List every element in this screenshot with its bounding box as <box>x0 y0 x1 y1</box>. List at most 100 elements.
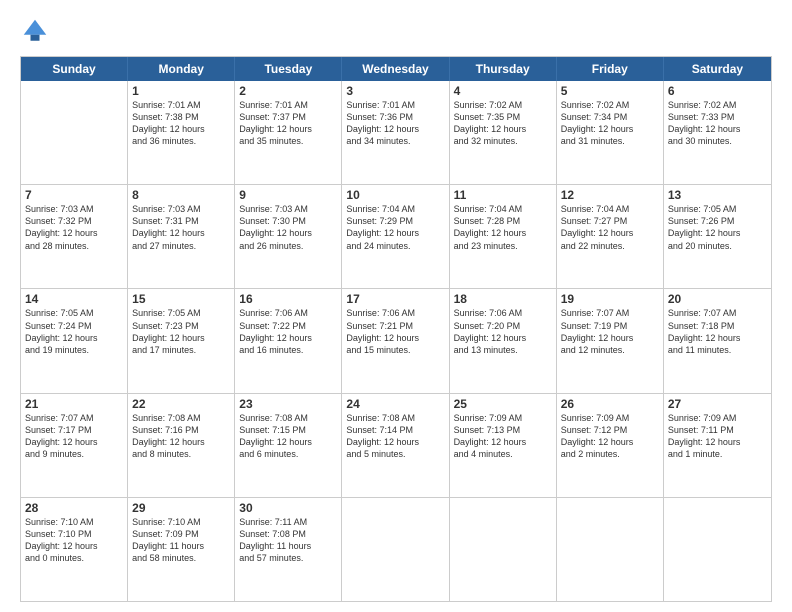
calendar-cell-28: 28Sunrise: 7:10 AM Sunset: 7:10 PM Dayli… <box>21 498 128 601</box>
day-info: Sunrise: 7:01 AM Sunset: 7:38 PM Dayligh… <box>132 99 230 148</box>
calendar-cell-24: 24Sunrise: 7:08 AM Sunset: 7:14 PM Dayli… <box>342 394 449 497</box>
day-info: Sunrise: 7:04 AM Sunset: 7:27 PM Dayligh… <box>561 203 659 252</box>
day-number: 29 <box>132 501 230 515</box>
day-info: Sunrise: 7:07 AM Sunset: 7:19 PM Dayligh… <box>561 307 659 356</box>
day-info: Sunrise: 7:03 AM Sunset: 7:30 PM Dayligh… <box>239 203 337 252</box>
day-number: 23 <box>239 397 337 411</box>
calendar-cell-empty <box>557 498 664 601</box>
logo <box>20 16 54 46</box>
calendar-cell-18: 18Sunrise: 7:06 AM Sunset: 7:20 PM Dayli… <box>450 289 557 392</box>
calendar-cell-19: 19Sunrise: 7:07 AM Sunset: 7:19 PM Dayli… <box>557 289 664 392</box>
calendar-row-3: 21Sunrise: 7:07 AM Sunset: 7:17 PM Dayli… <box>21 393 771 497</box>
calendar-cell-empty <box>664 498 771 601</box>
calendar-cell-2: 2Sunrise: 7:01 AM Sunset: 7:37 PM Daylig… <box>235 81 342 184</box>
day-number: 25 <box>454 397 552 411</box>
day-info: Sunrise: 7:06 AM Sunset: 7:20 PM Dayligh… <box>454 307 552 356</box>
day-number: 8 <box>132 188 230 202</box>
calendar-cell-21: 21Sunrise: 7:07 AM Sunset: 7:17 PM Dayli… <box>21 394 128 497</box>
header-day-monday: Monday <box>128 57 235 81</box>
header-day-friday: Friday <box>557 57 664 81</box>
day-number: 16 <box>239 292 337 306</box>
day-info: Sunrise: 7:07 AM Sunset: 7:17 PM Dayligh… <box>25 412 123 461</box>
day-info: Sunrise: 7:08 AM Sunset: 7:16 PM Dayligh… <box>132 412 230 461</box>
day-number: 19 <box>561 292 659 306</box>
calendar-cell-10: 10Sunrise: 7:04 AM Sunset: 7:29 PM Dayli… <box>342 185 449 288</box>
calendar-cell-29: 29Sunrise: 7:10 AM Sunset: 7:09 PM Dayli… <box>128 498 235 601</box>
calendar-cell-11: 11Sunrise: 7:04 AM Sunset: 7:28 PM Dayli… <box>450 185 557 288</box>
day-info: Sunrise: 7:06 AM Sunset: 7:21 PM Dayligh… <box>346 307 444 356</box>
day-info: Sunrise: 7:10 AM Sunset: 7:09 PM Dayligh… <box>132 516 230 565</box>
day-number: 26 <box>561 397 659 411</box>
day-number: 21 <box>25 397 123 411</box>
day-number: 22 <box>132 397 230 411</box>
day-number: 18 <box>454 292 552 306</box>
day-info: Sunrise: 7:09 AM Sunset: 7:12 PM Dayligh… <box>561 412 659 461</box>
calendar-cell-17: 17Sunrise: 7:06 AM Sunset: 7:21 PM Dayli… <box>342 289 449 392</box>
day-info: Sunrise: 7:03 AM Sunset: 7:31 PM Dayligh… <box>132 203 230 252</box>
header-day-saturday: Saturday <box>664 57 771 81</box>
day-number: 17 <box>346 292 444 306</box>
calendar-row-4: 28Sunrise: 7:10 AM Sunset: 7:10 PM Dayli… <box>21 497 771 601</box>
day-info: Sunrise: 7:05 AM Sunset: 7:24 PM Dayligh… <box>25 307 123 356</box>
day-number: 27 <box>668 397 767 411</box>
calendar-cell-9: 9Sunrise: 7:03 AM Sunset: 7:30 PM Daylig… <box>235 185 342 288</box>
calendar-body: 1Sunrise: 7:01 AM Sunset: 7:38 PM Daylig… <box>21 81 771 601</box>
calendar-cell-1: 1Sunrise: 7:01 AM Sunset: 7:38 PM Daylig… <box>128 81 235 184</box>
header <box>20 16 772 46</box>
calendar-row-1: 7Sunrise: 7:03 AM Sunset: 7:32 PM Daylig… <box>21 184 771 288</box>
day-info: Sunrise: 7:04 AM Sunset: 7:28 PM Dayligh… <box>454 203 552 252</box>
day-info: Sunrise: 7:11 AM Sunset: 7:08 PM Dayligh… <box>239 516 337 565</box>
calendar-cell-4: 4Sunrise: 7:02 AM Sunset: 7:35 PM Daylig… <box>450 81 557 184</box>
day-info: Sunrise: 7:03 AM Sunset: 7:32 PM Dayligh… <box>25 203 123 252</box>
header-day-tuesday: Tuesday <box>235 57 342 81</box>
day-number: 4 <box>454 84 552 98</box>
day-number: 3 <box>346 84 444 98</box>
day-number: 15 <box>132 292 230 306</box>
day-info: Sunrise: 7:04 AM Sunset: 7:29 PM Dayligh… <box>346 203 444 252</box>
calendar-row-0: 1Sunrise: 7:01 AM Sunset: 7:38 PM Daylig… <box>21 81 771 184</box>
day-number: 5 <box>561 84 659 98</box>
day-info: Sunrise: 7:08 AM Sunset: 7:15 PM Dayligh… <box>239 412 337 461</box>
calendar: SundayMondayTuesdayWednesdayThursdayFrid… <box>20 56 772 602</box>
day-number: 24 <box>346 397 444 411</box>
calendar-cell-16: 16Sunrise: 7:06 AM Sunset: 7:22 PM Dayli… <box>235 289 342 392</box>
calendar-cell-25: 25Sunrise: 7:09 AM Sunset: 7:13 PM Dayli… <box>450 394 557 497</box>
day-info: Sunrise: 7:09 AM Sunset: 7:11 PM Dayligh… <box>668 412 767 461</box>
header-day-sunday: Sunday <box>21 57 128 81</box>
day-number: 20 <box>668 292 767 306</box>
calendar-cell-7: 7Sunrise: 7:03 AM Sunset: 7:32 PM Daylig… <box>21 185 128 288</box>
day-number: 6 <box>668 84 767 98</box>
day-info: Sunrise: 7:08 AM Sunset: 7:14 PM Dayligh… <box>346 412 444 461</box>
day-info: Sunrise: 7:05 AM Sunset: 7:26 PM Dayligh… <box>668 203 767 252</box>
calendar-cell-8: 8Sunrise: 7:03 AM Sunset: 7:31 PM Daylig… <box>128 185 235 288</box>
day-number: 14 <box>25 292 123 306</box>
page: SundayMondayTuesdayWednesdayThursdayFrid… <box>0 0 792 612</box>
day-number: 28 <box>25 501 123 515</box>
day-info: Sunrise: 7:02 AM Sunset: 7:34 PM Dayligh… <box>561 99 659 148</box>
calendar-cell-13: 13Sunrise: 7:05 AM Sunset: 7:26 PM Dayli… <box>664 185 771 288</box>
day-info: Sunrise: 7:09 AM Sunset: 7:13 PM Dayligh… <box>454 412 552 461</box>
calendar-row-2: 14Sunrise: 7:05 AM Sunset: 7:24 PM Dayli… <box>21 288 771 392</box>
calendar-cell-15: 15Sunrise: 7:05 AM Sunset: 7:23 PM Dayli… <box>128 289 235 392</box>
calendar-cell-30: 30Sunrise: 7:11 AM Sunset: 7:08 PM Dayli… <box>235 498 342 601</box>
day-number: 12 <box>561 188 659 202</box>
day-number: 30 <box>239 501 337 515</box>
day-number: 9 <box>239 188 337 202</box>
logo-icon <box>20 16 50 46</box>
calendar-cell-14: 14Sunrise: 7:05 AM Sunset: 7:24 PM Dayli… <box>21 289 128 392</box>
calendar-cell-23: 23Sunrise: 7:08 AM Sunset: 7:15 PM Dayli… <box>235 394 342 497</box>
day-info: Sunrise: 7:01 AM Sunset: 7:37 PM Dayligh… <box>239 99 337 148</box>
day-number: 11 <box>454 188 552 202</box>
calendar-cell-20: 20Sunrise: 7:07 AM Sunset: 7:18 PM Dayli… <box>664 289 771 392</box>
header-day-thursday: Thursday <box>450 57 557 81</box>
calendar-cell-3: 3Sunrise: 7:01 AM Sunset: 7:36 PM Daylig… <box>342 81 449 184</box>
day-number: 13 <box>668 188 767 202</box>
day-info: Sunrise: 7:07 AM Sunset: 7:18 PM Dayligh… <box>668 307 767 356</box>
calendar-cell-12: 12Sunrise: 7:04 AM Sunset: 7:27 PM Dayli… <box>557 185 664 288</box>
calendar-cell-5: 5Sunrise: 7:02 AM Sunset: 7:34 PM Daylig… <box>557 81 664 184</box>
day-info: Sunrise: 7:02 AM Sunset: 7:33 PM Dayligh… <box>668 99 767 148</box>
header-day-wednesday: Wednesday <box>342 57 449 81</box>
calendar-cell-26: 26Sunrise: 7:09 AM Sunset: 7:12 PM Dayli… <box>557 394 664 497</box>
calendar-cell-27: 27Sunrise: 7:09 AM Sunset: 7:11 PM Dayli… <box>664 394 771 497</box>
calendar-cell-empty <box>21 81 128 184</box>
